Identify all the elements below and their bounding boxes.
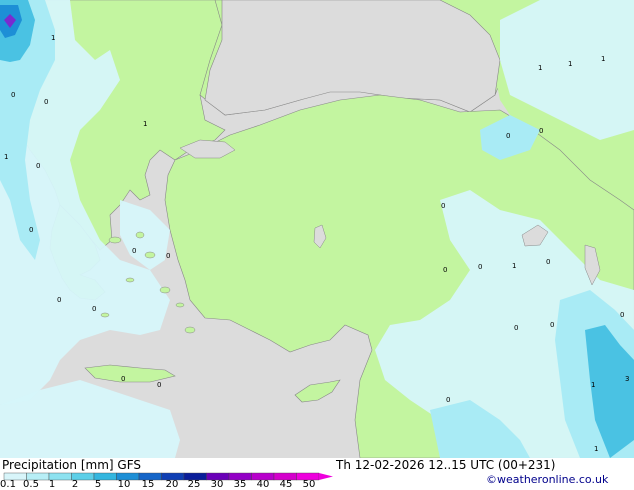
map-value: 1: [512, 262, 516, 270]
map-title: Precipitation [mm] GFS: [2, 458, 141, 472]
map-value: 1: [601, 55, 605, 63]
map-canvas: 1 1 1 1 0 0 1 0 0 1 0 0 0 0 0 0 0 0 0 1 …: [0, 0, 634, 458]
map-value: 0: [478, 263, 482, 271]
legend-tick: 30: [210, 479, 224, 490]
map-value: 1: [591, 381, 595, 389]
map-value: 0: [539, 127, 543, 135]
legend-tick: 15: [141, 479, 155, 490]
legend-tick: 1: [48, 479, 56, 490]
map-value: 1: [568, 60, 572, 68]
precipitation-map: 1 1 1 1 0 0 1 0 0 1 0 0 0 0 0 0 0 0 0 1 …: [0, 0, 634, 458]
map-value: 3: [625, 375, 629, 383]
map-value: 1: [51, 34, 55, 42]
legend-tick: 40: [256, 479, 270, 490]
legend-tick: 2: [71, 479, 79, 490]
map-value: 1: [538, 64, 542, 72]
map-value: 0: [446, 396, 450, 404]
legend-tick: 25: [187, 479, 201, 490]
legend-tick: 50: [302, 479, 316, 490]
map-value: 0: [441, 202, 445, 210]
legend-tick: 45: [279, 479, 293, 490]
map-value: 0: [36, 162, 40, 170]
legend-tick: 10: [117, 479, 131, 490]
legend-tick: 0.5: [23, 479, 39, 490]
map-value: 1: [4, 153, 8, 161]
map-value: 0: [550, 321, 554, 329]
map-value: 1: [143, 120, 147, 128]
legend-tick: 20: [165, 479, 179, 490]
map-value: 1: [594, 445, 598, 453]
legend-ticks: 0.1 0.5 1 2 5 10 15 20 25 30 35 40 45 50: [0, 479, 634, 490]
map-value: 0: [121, 375, 125, 383]
legend-tick: 5: [94, 479, 102, 490]
map-value: 0: [132, 247, 136, 255]
map-value: 0: [166, 252, 170, 260]
map-value: 0: [506, 132, 510, 140]
map-value: 0: [11, 91, 15, 99]
map-value: 0: [29, 226, 33, 234]
map-value: 0: [443, 266, 447, 274]
model-name: GFS: [117, 458, 141, 472]
map-value: 0: [157, 381, 161, 389]
legend-tick: 0.1: [0, 479, 16, 490]
map-value: 0: [57, 296, 61, 304]
map-value: 0: [92, 305, 96, 313]
map-value: 0: [514, 324, 518, 332]
map-value: 0: [546, 258, 550, 266]
map-value: 0: [44, 98, 48, 106]
map-value: 0: [620, 311, 624, 319]
valid-time: Th 12-02-2026 12..15 UTC (00+231): [336, 458, 556, 472]
legend-tick: 35: [233, 479, 247, 490]
